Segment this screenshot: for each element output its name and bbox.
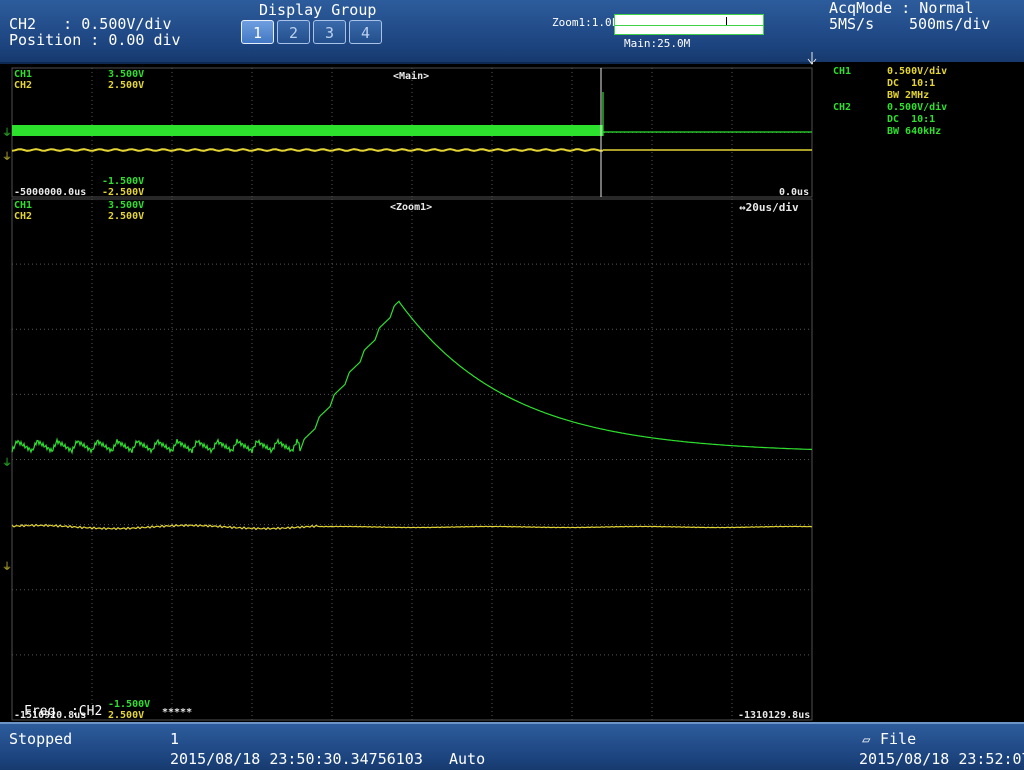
zoom-ch1-bottom: -1.500V <box>108 699 151 710</box>
run-status: Stopped <box>9 730 73 748</box>
main-ch2-bottom: -2.500V <box>102 187 145 198</box>
side-ch1-coupling: DC 10:1 <box>887 78 936 89</box>
zoom-ch1-top: 3.500V <box>108 200 145 211</box>
side-ch2-label: CH2 <box>833 102 852 113</box>
trigger-mode: Auto <box>449 750 486 768</box>
channel-info-panel: CH1 0.500V/div DC 10:1 BW 2MHz CH2 0.500… <box>813 62 1024 722</box>
side-ch2-coupling: DC 10:1 <box>887 114 936 125</box>
zoom-time-right: -1310129.8us <box>738 710 811 721</box>
zoom-ch2-bottom: 2.500V <box>108 710 145 721</box>
zoom-waveform-panel[interactable]: ⏚ ⏚ <box>2 198 813 721</box>
ch2-ground-marker-icon[interactable]: ⏚ <box>2 151 12 163</box>
main-ch1-top: 3.500V <box>108 69 145 80</box>
zoom-ch2-top: 2.500V <box>108 211 145 222</box>
zoom-ch1-ground-icon[interactable]: ⏚ <box>2 457 12 469</box>
acquisition-count: 1 <box>170 730 180 748</box>
system-clock: 2015/08/18 23:52:07 <box>859 750 1024 768</box>
main-panel-title: <Main> <box>393 71 430 82</box>
side-ch2-bw: BW 640kHz <box>887 126 942 137</box>
side-ch1-label: CH1 <box>833 66 852 77</box>
file-label: File <box>880 730 917 748</box>
measure-value: ***** <box>162 707 193 718</box>
trigger-timestamp: 2015/08/18 23:50:30.34756103 <box>170 750 423 768</box>
zoom-timebase: ↔20us/div <box>739 201 799 214</box>
file-save-icon: ▱ <box>862 732 871 748</box>
bottom-status-bar: Stopped 1 2015/08/18 23:50:30.34756103 A… <box>0 722 1024 770</box>
main-time-left: -5000000.0us <box>14 187 87 198</box>
side-ch1-bw: BW 2MHz <box>887 90 930 101</box>
measure-label: Freq :CH2 <box>24 704 103 719</box>
main-ch1-label: CH1 <box>14 69 33 80</box>
zoom-ch1-label: CH1 <box>14 200 33 211</box>
main-time-right: 0.0us <box>779 187 810 198</box>
side-ch2-scale: 0.500V/div <box>887 102 948 113</box>
main-ch2-label: CH2 <box>14 80 33 91</box>
main-ch1-bottom: -1.500V <box>102 176 145 187</box>
zoom-panel-title: <Zoom1> <box>390 202 433 213</box>
side-ch1-scale: 0.500V/div <box>887 66 948 77</box>
main-ch2-top: 2.500V <box>108 80 145 91</box>
ch1-ground-marker-icon[interactable]: ⏚ <box>2 127 12 139</box>
zoom-ch2-label: CH2 <box>14 211 33 222</box>
zoom-ch2-ground-icon[interactable]: ⏚ <box>2 561 12 573</box>
main-ch1-trace <box>12 125 603 136</box>
